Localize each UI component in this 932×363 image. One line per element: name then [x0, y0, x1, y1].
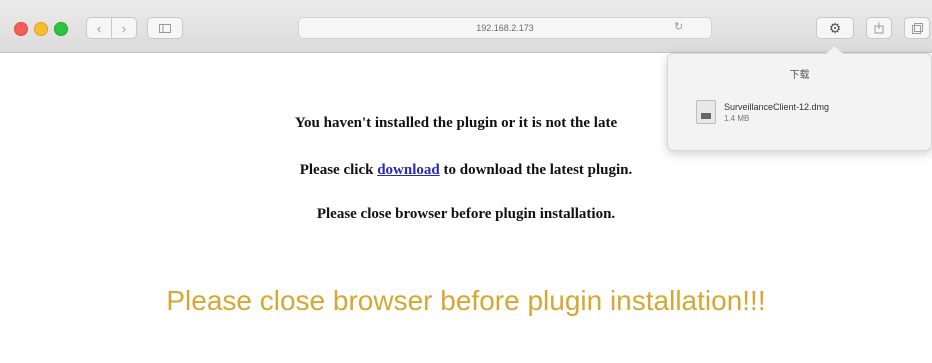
downloads-title: 下载 — [789, 70, 810, 81]
download-file-name[interactable]: SurveillanceClient-12.dmg — [724, 102, 829, 112]
download-gear-icon: ⚙ — [828, 19, 842, 36]
chevron-left-icon: ‹ — [96, 20, 102, 36]
address-url: 192.168.2.173 — [476, 23, 534, 33]
tabs-icon — [911, 22, 923, 34]
share-icon — [874, 22, 884, 34]
share-button[interactable] — [866, 17, 892, 39]
window-close-button[interactable] — [14, 22, 28, 36]
sidebar-button[interactable] — [147, 17, 183, 39]
reload-icon[interactable]: ↻ — [674, 21, 686, 33]
plugin-missing-message: You haven't installed the plugin or it i… — [294, 115, 618, 131]
downloads-button[interactable]: ⚙ — [816, 17, 854, 39]
close-browser-warning: Please close browser before plugin insta… — [166, 285, 766, 316]
sidebar-icon — [159, 23, 171, 33]
tabs-button[interactable] — [904, 17, 930, 39]
close-browser-note: Please close browser before plugin insta… — [316, 206, 616, 222]
window-minimize-button[interactable] — [34, 22, 48, 36]
download-link[interactable]: download — [377, 162, 440, 178]
downloads-popover: 下载 SurveillanceClient-12.dmg 1.4 MB — [667, 53, 932, 151]
chevron-right-icon: › — [121, 20, 127, 36]
window-zoom-button[interactable] — [54, 22, 68, 36]
forward-button[interactable]: › — [111, 17, 137, 39]
address-bar[interactable]: 192.168.2.173 — [298, 17, 712, 39]
download-instruction-suffix: to download the latest plugin. — [439, 162, 633, 178]
download-instruction: Please click download to download the la… — [0, 162, 932, 179]
browser-toolbar: ‹ › 192.168.2.173 ↻ ⚙ — [0, 0, 932, 53]
back-button[interactable]: ‹ — [86, 17, 112, 39]
download-instruction-prefix: Please click — [299, 162, 378, 178]
